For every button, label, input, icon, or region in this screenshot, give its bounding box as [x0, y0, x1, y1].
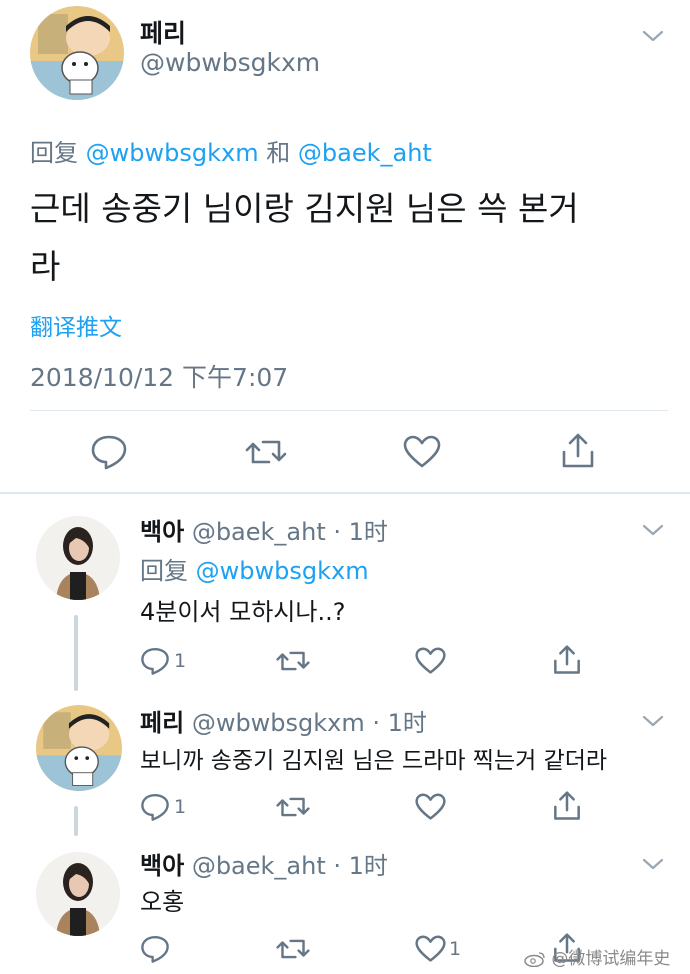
like-icon[interactable]	[415, 646, 446, 676]
watermark-text: @微博试编年史	[551, 949, 671, 969]
chevron-down-icon[interactable]	[642, 522, 664, 536]
weibo-logo-icon	[524, 951, 546, 968]
display-name[interactable]: 백아	[140, 852, 184, 880]
reply-text: 오홍	[140, 888, 185, 916]
handle[interactable]: @wbwbsgkxm	[140, 48, 320, 77]
mention-link[interactable]: @wbwbsgkxm	[196, 557, 369, 585]
display-name[interactable]: 페리	[140, 709, 184, 737]
share-icon[interactable]	[552, 644, 582, 676]
reply-prefix: 回复	[140, 557, 188, 585]
translate-link[interactable]: 翻译推文	[30, 308, 122, 342]
share-icon[interactable]	[552, 790, 582, 822]
chevron-down-icon[interactable]	[642, 28, 664, 42]
reply-header: 백아 @baek_aht · 1时	[140, 512, 388, 547]
tweet-text-line-1: 근데 송중기 님이랑 김지원 님은 쓱 본거	[30, 189, 579, 228]
handle-and-time[interactable]: @wbwbsgkxm · 1时	[192, 709, 427, 737]
thread-line	[74, 806, 78, 836]
divider	[30, 410, 668, 411]
timestamp[interactable]: 2018/10/12 下午7:07	[30, 358, 288, 394]
reply-icon[interactable]	[140, 792, 170, 822]
handle-and-time[interactable]: @baek_aht · 1时	[192, 852, 388, 880]
reply-icon[interactable]	[90, 434, 128, 470]
section-divider	[0, 492, 690, 494]
mention-link[interactable]: @baek_aht	[298, 139, 432, 167]
like-icon[interactable]	[403, 434, 441, 470]
watermark: @微博试编年史	[524, 944, 670, 969]
retweet-icon[interactable]	[276, 646, 310, 676]
reply-header: 백아 @baek_aht · 1时	[140, 846, 388, 881]
avatar[interactable]	[36, 852, 120, 936]
retweet-icon[interactable]	[245, 434, 287, 470]
display-name[interactable]: 백아	[140, 518, 184, 546]
display-name[interactable]: 페리	[140, 14, 186, 50]
share-icon[interactable]	[560, 432, 596, 470]
retweet-icon[interactable]	[276, 934, 310, 964]
chevron-down-icon[interactable]	[642, 713, 664, 727]
reply-text: 보니까 송중기 김지원 님은 드라마 찍는거 같더라	[140, 748, 608, 774]
thread-line	[74, 615, 78, 691]
retweet-icon[interactable]	[276, 792, 310, 822]
reply-icon[interactable]	[140, 934, 170, 964]
reply-header: 페리 @wbwbsgkxm · 1时	[140, 703, 427, 738]
reply-context: 回复 @wbwbsgkxm 和 @baek_aht	[30, 133, 432, 168]
mention-link[interactable]: @wbwbsgkxm	[86, 139, 259, 167]
like-icon[interactable]	[415, 792, 446, 822]
reply-count: 1	[174, 796, 187, 818]
like-count: 1	[449, 938, 462, 960]
avatar[interactable]	[30, 6, 124, 100]
reply-text: 4분이서 모하시나..?	[140, 598, 346, 626]
handle-and-time[interactable]: @baek_aht · 1时	[192, 518, 388, 546]
avatar[interactable]	[36, 705, 122, 791]
chevron-down-icon[interactable]	[642, 856, 664, 870]
reply-and: 和	[266, 139, 291, 167]
avatar[interactable]	[36, 516, 120, 600]
reply-context: 回复 @wbwbsgkxm	[140, 551, 369, 586]
tweet-text-line-2: 라	[30, 247, 61, 286]
reply-count: 1	[174, 650, 187, 672]
like-icon[interactable]	[415, 934, 446, 964]
reply-prefix: 回复	[30, 139, 78, 167]
reply-icon[interactable]	[140, 646, 170, 676]
